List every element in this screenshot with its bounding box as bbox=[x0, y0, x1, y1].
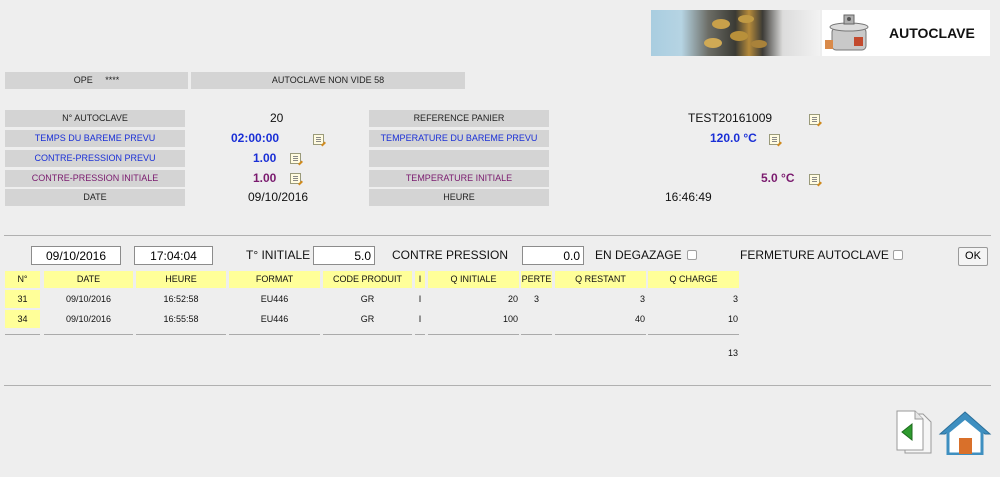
col-header-code-produit: CODE PRODUIT bbox=[323, 271, 412, 288]
fermeture-autoclave-checkbox[interactable] bbox=[893, 250, 903, 260]
table-row-perte: 3 bbox=[533, 294, 539, 304]
col-header-no: N° bbox=[5, 271, 40, 288]
table-row-q-initiale: 20 bbox=[507, 294, 518, 304]
table-row-q-restant: 3 bbox=[639, 294, 645, 304]
table-row-q-charge: 3 bbox=[732, 294, 738, 304]
reference-panier-label: REFERENCE PANIER bbox=[369, 110, 549, 127]
page-title: AUTOCLAVE bbox=[889, 25, 975, 41]
temperature-bareme-value: 120.0 °C bbox=[710, 131, 757, 145]
temps-bareme-label: TEMPS DU BAREME PREVU bbox=[5, 130, 185, 147]
form-time-input[interactable] bbox=[134, 246, 213, 265]
home-icon[interactable] bbox=[938, 410, 992, 456]
edit-temperature-bareme-icon[interactable] bbox=[769, 134, 780, 145]
table-row-date: 09/10/2016 bbox=[65, 294, 112, 304]
col-header-perte: PERTE bbox=[521, 271, 552, 288]
autoclave-pot-icon bbox=[825, 14, 869, 51]
form-date-input[interactable] bbox=[31, 246, 121, 265]
footer-line bbox=[136, 334, 226, 335]
back-page-icon[interactable] bbox=[893, 410, 935, 455]
footer-line bbox=[555, 334, 646, 335]
footer-line bbox=[521, 334, 552, 335]
contre-pression-initiale-value: 1.00 bbox=[253, 171, 277, 185]
table-row-code-produit: GR bbox=[360, 314, 375, 324]
edit-contre-pression-initiale-icon[interactable] bbox=[290, 173, 301, 184]
ok-button[interactable]: OK bbox=[958, 247, 988, 266]
footer-line bbox=[415, 334, 425, 335]
temperature-bareme-label: TEMPERATURE DU BAREME PREVU bbox=[369, 130, 549, 147]
heure-value: 16:46:49 bbox=[665, 190, 712, 204]
factory-photo-svg bbox=[704, 15, 767, 48]
col-header-i: I bbox=[415, 271, 425, 288]
t-initiale-label: T° INITIALE bbox=[246, 248, 311, 262]
footer-line bbox=[229, 334, 320, 335]
ope-value: **** bbox=[105, 75, 120, 85]
table-row-i: I bbox=[418, 294, 422, 304]
date-label: DATE bbox=[5, 189, 185, 206]
ope-label-cell: OPE **** bbox=[5, 72, 188, 89]
autoclave-number-label: N° AUTOCLAVE bbox=[5, 110, 185, 127]
en-degazage-label: EN DEGAZAGE bbox=[595, 248, 682, 262]
header-factory-image bbox=[651, 10, 820, 56]
en-degazage-checkbox[interactable] bbox=[687, 250, 697, 260]
col-header-date: DATE bbox=[44, 271, 133, 288]
footer-line bbox=[428, 334, 519, 335]
fermeture-autoclave-label: FERMETURE AUTOCLAVE bbox=[740, 248, 889, 262]
contre-pression-initiale-label: CONTRE-PRESSION INITIALE bbox=[5, 170, 185, 187]
t-initiale-input[interactable] bbox=[313, 246, 375, 265]
footer-line bbox=[323, 334, 412, 335]
separator-bottom bbox=[4, 385, 991, 386]
temperature-initiale-value: 5.0 °C bbox=[761, 171, 795, 185]
table-row-heure: 16:52:58 bbox=[163, 294, 199, 304]
col-header-heure: HEURE bbox=[136, 271, 226, 288]
table-row-format: EU446 bbox=[260, 314, 289, 324]
heure-label: HEURE bbox=[369, 189, 549, 206]
contre-pression-prevu-label: CONTRE-PRESSION PREVU bbox=[5, 150, 185, 167]
footer-line bbox=[5, 334, 40, 335]
edit-temps-bareme-icon[interactable] bbox=[313, 134, 324, 145]
footer-line bbox=[44, 334, 133, 335]
autoclave-status: AUTOCLAVE NON VIDE 58 bbox=[191, 72, 465, 89]
footer-line bbox=[648, 334, 739, 335]
edit-temperature-initiale-icon[interactable] bbox=[809, 174, 820, 185]
temps-bareme-value: 02:00:00 bbox=[231, 131, 280, 145]
autoclave-number-value: 20 bbox=[270, 111, 284, 125]
edit-contre-pression-prevu-icon[interactable] bbox=[290, 153, 301, 164]
table-row-q-charge: 10 bbox=[727, 314, 738, 324]
temperature-initiale-label: TEMPERATURE INITIALE bbox=[369, 170, 549, 187]
table-row-code-produit: GR bbox=[360, 294, 375, 304]
contre-pression-input[interactable] bbox=[522, 246, 584, 265]
ope-label: OPE bbox=[73, 75, 93, 85]
col-header-q-charge: Q CHARGE bbox=[648, 271, 739, 288]
reference-panier-value: TEST20161009 bbox=[688, 111, 773, 125]
date-value: 09/10/2016 bbox=[248, 190, 309, 204]
contre-pression-prevu-value: 1.00 bbox=[253, 151, 277, 165]
table-row-format: EU446 bbox=[260, 294, 289, 304]
table-row-q-initiale: 100 bbox=[502, 314, 518, 324]
col-header-q-initiale: Q INITIALE bbox=[428, 271, 519, 288]
contre-pression-label: CONTRE PRESSION bbox=[392, 248, 509, 262]
table-row-no[interactable]: 31 bbox=[5, 290, 40, 308]
total-charge: 13 bbox=[727, 348, 738, 358]
table-row-perte bbox=[521, 310, 552, 328]
header-title-box: AUTOCLAVE bbox=[822, 10, 990, 56]
empty-label-cell bbox=[369, 150, 549, 167]
separator-top bbox=[4, 235, 991, 236]
table-row-i: I bbox=[418, 314, 422, 324]
table-row-heure: 16:55:58 bbox=[163, 314, 199, 324]
table-row-q-restant: 40 bbox=[634, 314, 645, 324]
edit-reference-panier-icon[interactable] bbox=[809, 114, 820, 125]
table-row-no[interactable]: 34 bbox=[5, 310, 40, 328]
col-header-format: FORMAT bbox=[229, 271, 320, 288]
table-row-date: 09/10/2016 bbox=[65, 314, 112, 324]
col-header-q-restant: Q RESTANT bbox=[555, 271, 646, 288]
